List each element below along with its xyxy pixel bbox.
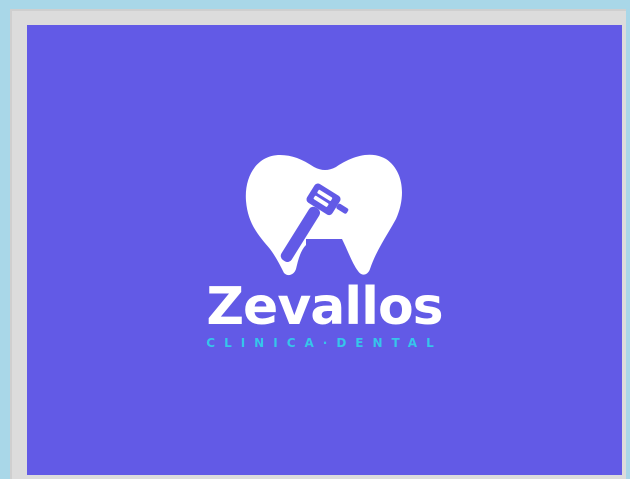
clinic-name: Zevallos [206,277,443,337]
logo-canvas: Zevallos CLINICA·DENTAL [27,25,622,475]
clinic-logo: Zevallos CLINICA·DENTAL [27,25,622,475]
tooth-with-dental-drill-icon [245,154,402,276]
clinic-tagline: CLINICA·DENTAL [206,336,443,350]
